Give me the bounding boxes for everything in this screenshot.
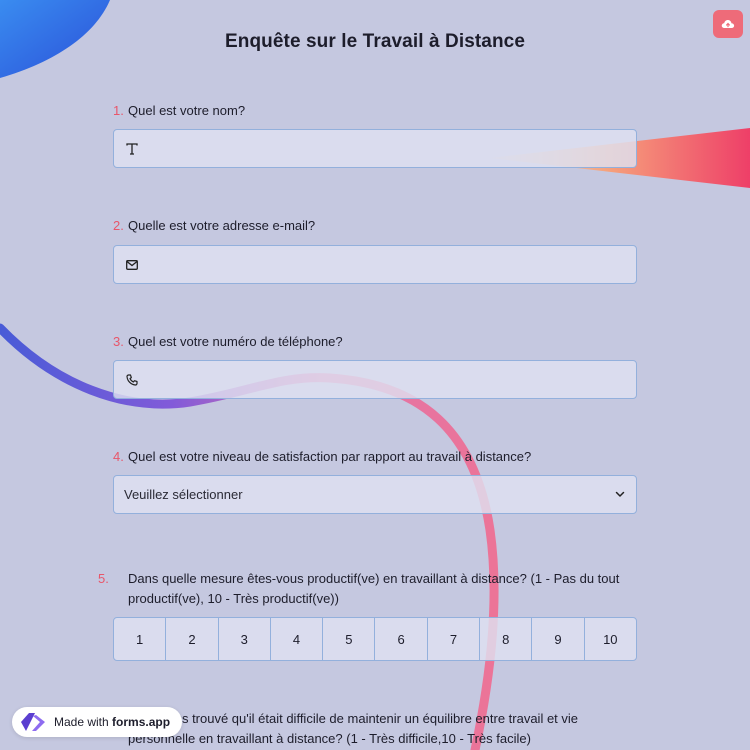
phone-icon (124, 372, 140, 388)
question-4-text: Quel est votre niveau de satisfaction pa… (128, 449, 532, 464)
question-6-label: 6.Avez-vous trouvé qu'il était difficile… (98, 709, 637, 749)
name-field[interactable] (113, 129, 637, 168)
question-4-number: 4. (113, 449, 124, 464)
forms-app-logo-icon (21, 713, 45, 731)
question-1-label: 1. Quel est votre nom? (113, 101, 637, 121)
badge-text: Made with forms.app (54, 715, 170, 729)
forms-app-badge[interactable]: Made with forms.app (12, 707, 183, 737)
scale-option[interactable]: 4 (269, 618, 322, 660)
satisfaction-select[interactable]: Veuillez sélectionner (113, 475, 637, 514)
scale-option[interactable]: 3 (217, 618, 270, 660)
select-value: Veuillez sélectionner (124, 487, 243, 502)
question-2-label: 2. Quelle est votre adresse e-mail? (113, 216, 637, 236)
question-3-number: 3. (113, 334, 124, 349)
scale-option[interactable]: 8 (479, 618, 531, 660)
question-2-text: Quelle est votre adresse e-mail? (128, 218, 316, 233)
productivity-scale: 1 2 3 4 5 6 7 8 9 10 (113, 617, 637, 661)
question-5-text: Dans quelle mesure êtes-vous productif(v… (128, 571, 620, 606)
question-6-text: Avez-vous trouvé qu'il était difficile d… (128, 711, 579, 746)
question-1-text: Quel est votre nom? (128, 103, 246, 118)
scale-option[interactable]: 2 (165, 618, 217, 660)
email-field[interactable] (113, 245, 637, 284)
question-3-label: 3. Quel est votre numéro de téléphone? (113, 332, 637, 352)
form-title: Enquête sur le Travail à Distance (224, 31, 526, 52)
question-5-label: 5. Dans quelle mesure êtes-vous productif… (98, 569, 637, 609)
question-5-number: 5. (98, 571, 109, 586)
cloud-upload-icon (721, 19, 735, 28)
text-icon (124, 141, 140, 157)
question-3-text: Quel est votre numéro de téléphone? (128, 334, 343, 349)
scale-option[interactable]: 9 (531, 618, 583, 660)
badge-prefix: Made with (54, 715, 109, 729)
chevron-down-icon (614, 487, 626, 505)
scale-option[interactable]: 10 (583, 618, 636, 660)
question-1-number: 1. (113, 103, 124, 118)
scale-option[interactable]: 7 (426, 618, 479, 660)
scale-option[interactable]: 1 (114, 618, 165, 660)
phone-field[interactable] (113, 360, 637, 399)
question-4-label: 4. Quel est votre niveau de satisfaction … (113, 447, 637, 467)
scale-option[interactable]: 6 (374, 618, 426, 660)
question-2-number: 2. (113, 218, 124, 233)
badge-brand: forms.app (112, 715, 171, 729)
scale-option[interactable]: 5 (322, 618, 374, 660)
envelope-icon (124, 257, 140, 273)
